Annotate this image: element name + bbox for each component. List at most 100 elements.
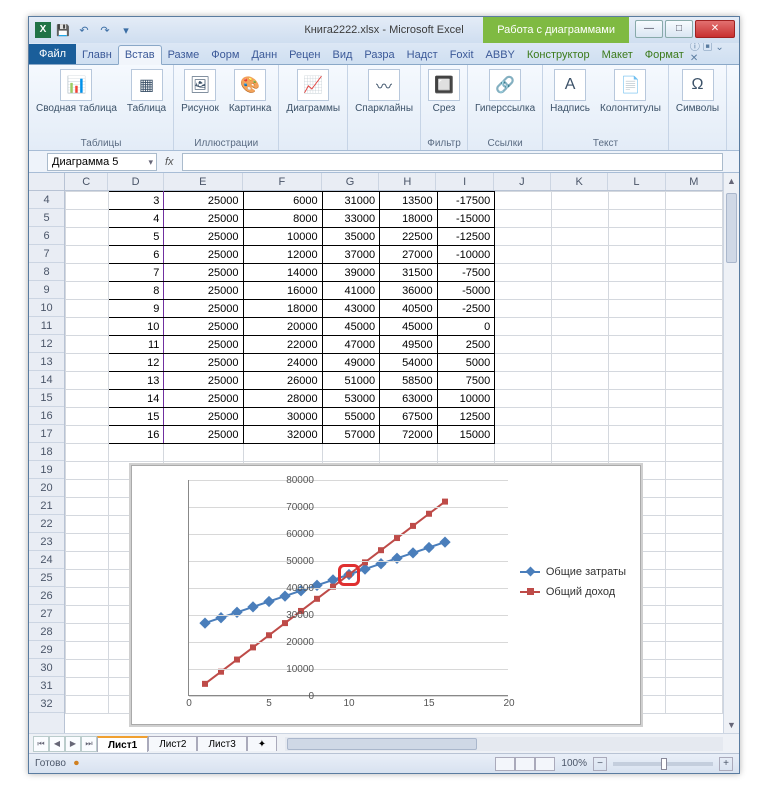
cell-L6[interactable]	[609, 228, 666, 246]
cell-M18[interactable]	[665, 444, 722, 462]
cell-L13[interactable]	[609, 354, 666, 372]
cell-M15[interactable]	[665, 390, 722, 408]
cell-M16[interactable]	[665, 408, 722, 426]
cell-C19[interactable]	[66, 462, 109, 480]
cell-F7[interactable]: 12000	[243, 246, 322, 264]
row-header-5[interactable]: 5	[29, 209, 64, 227]
cell-E11[interactable]: 25000	[164, 318, 243, 336]
cell-M14[interactable]	[665, 372, 722, 390]
cell-I11[interactable]: 0	[437, 318, 495, 336]
row-header-23[interactable]: 23	[29, 533, 64, 551]
horizontal-scrollbar[interactable]	[285, 737, 723, 751]
cell-L18[interactable]	[609, 444, 666, 462]
cell-C30[interactable]	[66, 660, 109, 678]
cell-F17[interactable]: 32000	[243, 426, 322, 444]
close-button[interactable]: ✕	[695, 20, 735, 38]
col-header-E[interactable]: E	[164, 173, 243, 190]
zoom-in-button[interactable]: +	[719, 757, 733, 771]
row-header-25[interactable]: 25	[29, 569, 64, 587]
cell-I10[interactable]: -2500	[437, 300, 495, 318]
cell-M27[interactable]	[665, 606, 722, 624]
cell-D4[interactable]: 3	[109, 192, 164, 210]
cell-L5[interactable]	[609, 210, 666, 228]
cell-D9[interactable]: 8	[109, 282, 164, 300]
cell-E10[interactable]: 25000	[164, 300, 243, 318]
cell-I7[interactable]: -10000	[437, 246, 495, 264]
cell-K16[interactable]	[552, 408, 609, 426]
cell-D8[interactable]: 7	[109, 264, 164, 282]
tab-view[interactable]: Вид	[327, 46, 359, 64]
cell-G15[interactable]: 53000	[322, 390, 380, 408]
ribbon-Рисунок[interactable]: 🖼Рисунок	[178, 67, 222, 116]
cell-F9[interactable]: 16000	[243, 282, 322, 300]
cell-I16[interactable]: 12500	[437, 408, 495, 426]
cell-F11[interactable]: 20000	[243, 318, 322, 336]
cell-H13[interactable]: 54000	[380, 354, 438, 372]
cell-M17[interactable]	[665, 426, 722, 444]
cell-C13[interactable]	[66, 354, 109, 372]
cell-E17[interactable]: 25000	[164, 426, 243, 444]
cell-C8[interactable]	[66, 264, 109, 282]
cell-H17[interactable]: 72000	[380, 426, 438, 444]
cell-H6[interactable]: 22500	[380, 228, 438, 246]
cell-E7[interactable]: 25000	[164, 246, 243, 264]
macro-record-icon[interactable]: ⏺	[74, 758, 79, 769]
cell-H14[interactable]: 58500	[380, 372, 438, 390]
cell-C7[interactable]	[66, 246, 109, 264]
cell-K8[interactable]	[552, 264, 609, 282]
cell-K5[interactable]	[552, 210, 609, 228]
fx-icon[interactable]: fx	[157, 156, 182, 168]
tab-nav-prev[interactable]: ◀	[49, 736, 65, 752]
cell-F16[interactable]: 30000	[243, 408, 322, 426]
row-headers[interactable]: 4567891011121314151617181920212223242526…	[29, 191, 65, 733]
cell-D12[interactable]: 11	[109, 336, 164, 354]
ribbon-Диаграммы[interactable]: 📈Диаграммы	[283, 67, 343, 116]
cell-K18[interactable]	[552, 444, 609, 462]
save-button[interactable]: 💾	[54, 21, 72, 39]
zoom-out-button[interactable]: −	[593, 757, 607, 771]
cell-J18[interactable]	[495, 444, 552, 462]
cell-G12[interactable]: 47000	[322, 336, 380, 354]
cell-M8[interactable]	[665, 264, 722, 282]
cell-K6[interactable]	[552, 228, 609, 246]
ribbon-Символы[interactable]: ΩСимволы	[673, 67, 722, 116]
cell-C26[interactable]	[66, 588, 109, 606]
cell-F12[interactable]: 22000	[243, 336, 322, 354]
cell-C25[interactable]	[66, 570, 109, 588]
cell-D13[interactable]: 12	[109, 354, 164, 372]
cell-D16[interactable]: 15	[109, 408, 164, 426]
cell-L17[interactable]	[609, 426, 666, 444]
col-header-I[interactable]: I	[436, 173, 493, 190]
scroll-down-icon[interactable]: ▼	[724, 717, 739, 733]
ribbon-Гиперссылка[interactable]: 🔗Гиперссылка	[472, 67, 538, 116]
cell-J15[interactable]	[495, 390, 552, 408]
cell-C20[interactable]	[66, 480, 109, 498]
cell-I6[interactable]: -12500	[437, 228, 495, 246]
cell-J9[interactable]	[495, 282, 552, 300]
cell-D10[interactable]: 9	[109, 300, 164, 318]
cell-E16[interactable]: 25000	[164, 408, 243, 426]
tab-addins[interactable]: Надст	[401, 46, 444, 64]
cell-F14[interactable]: 26000	[243, 372, 322, 390]
cell-F10[interactable]: 18000	[243, 300, 322, 318]
cell-E12[interactable]: 25000	[164, 336, 243, 354]
tab-abbyy[interactable]: ABBY	[480, 46, 521, 64]
tab-chart-design[interactable]: Конструктор	[521, 46, 596, 64]
col-header-J[interactable]: J	[494, 173, 551, 190]
cell-E14[interactable]: 25000	[164, 372, 243, 390]
cell-F5[interactable]: 8000	[243, 210, 322, 228]
row-header-16[interactable]: 16	[29, 407, 64, 425]
row-header-31[interactable]: 31	[29, 677, 64, 695]
col-header-H[interactable]: H	[379, 173, 436, 190]
cell-C10[interactable]	[66, 300, 109, 318]
hscroll-thumb[interactable]	[287, 738, 477, 750]
ribbon-Таблица[interactable]: ▦Таблица	[124, 67, 169, 116]
cell-G4[interactable]: 31000	[322, 192, 380, 210]
cell-L4[interactable]	[609, 192, 666, 210]
cell-J13[interactable]	[495, 354, 552, 372]
cell-C23[interactable]	[66, 534, 109, 552]
cell-J12[interactable]	[495, 336, 552, 354]
cell-C11[interactable]	[66, 318, 109, 336]
new-sheet-button[interactable]: ✦	[247, 736, 277, 751]
cell-D6[interactable]: 5	[109, 228, 164, 246]
